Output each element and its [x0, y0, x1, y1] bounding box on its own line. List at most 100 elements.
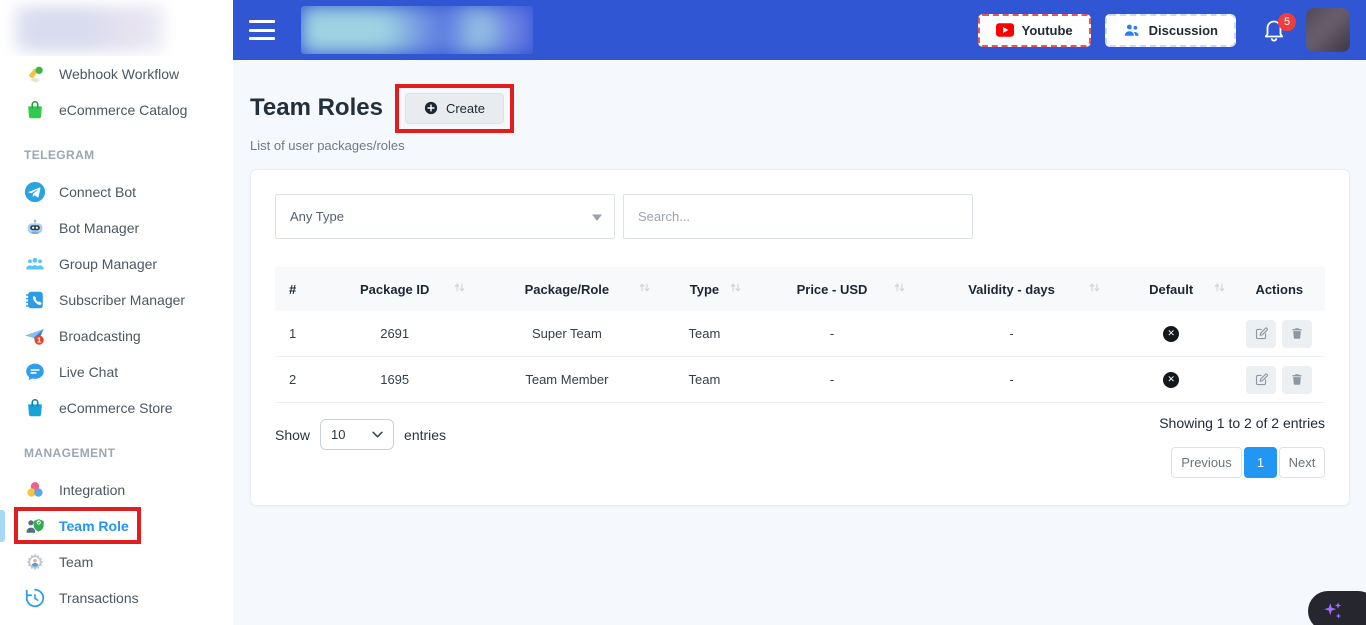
page-header: Team Roles Create: [250, 88, 1350, 128]
create-label: Create: [446, 101, 485, 116]
ai-assistant-button[interactable]: [1308, 591, 1366, 625]
row-number: 2: [275, 357, 315, 402]
user-gear-icon: [24, 551, 46, 573]
default-cell: ✕: [1109, 311, 1234, 356]
column-header-validity[interactable]: Validity - days: [914, 267, 1108, 311]
sidebar-item-group-manager[interactable]: Group Manager: [0, 246, 233, 282]
caret-down-icon: [592, 209, 602, 224]
page-1-button[interactable]: 1: [1244, 447, 1277, 478]
page-size-select[interactable]: 10: [320, 419, 394, 450]
notification-count-badge: 5: [1278, 13, 1296, 31]
chat-bubble-icon: [24, 361, 46, 383]
column-header-price[interactable]: Price - USD: [750, 267, 915, 311]
sidebar-item-subscriber-manager[interactable]: Subscriber Manager: [0, 282, 233, 318]
search-input[interactable]: [623, 194, 973, 239]
pagination-area: Showing 1 to 2 of 2 entries Previous 1 N…: [1159, 419, 1325, 478]
column-header-type[interactable]: Type: [659, 267, 749, 311]
create-button[interactable]: Create: [405, 93, 504, 124]
telegram-plane-icon: [24, 181, 46, 203]
sidebar-item-bot-manager[interactable]: Bot Manager: [0, 210, 233, 246]
sidebar-item-label: Bot Manager: [59, 220, 139, 236]
showing-entries-text: Showing 1 to 2 of 2 entries: [1159, 415, 1325, 431]
sidebar-item-ecommerce-store[interactable]: eCommerce Store: [0, 390, 233, 426]
sidebar-item-ecommerce-catalog[interactable]: eCommerce Catalog: [0, 92, 233, 128]
table-row: 1 2691 Super Team Team - - ✕: [275, 311, 1325, 357]
sidebar-item-broadcasting[interactable]: 1 Broadcasting: [0, 318, 233, 354]
edit-button[interactable]: [1246, 366, 1276, 394]
column-header-default[interactable]: Default: [1109, 267, 1234, 311]
sparkles-icon: [1322, 600, 1344, 622]
type-value: Team: [659, 357, 749, 402]
filters-row: Any Type: [275, 194, 1325, 239]
hamburger-menu-icon[interactable]: [249, 20, 275, 40]
youtube-button[interactable]: Youtube: [978, 14, 1091, 47]
default-cell: ✕: [1109, 357, 1234, 402]
webhook-workflow-icon: [24, 63, 46, 85]
sidebar-item-team-role[interactable]: Team Role: [0, 508, 233, 544]
sidebar-item-label: Integration: [59, 482, 125, 498]
show-label: Show: [275, 427, 310, 443]
user-avatar[interactable]: [1306, 8, 1350, 52]
team-roles-table: # Package ID Package/Role Type Price: [275, 267, 1325, 403]
column-label: Validity - days: [968, 282, 1055, 297]
sort-icon: [453, 281, 466, 297]
package-id: 2691: [315, 311, 475, 356]
delete-button[interactable]: [1282, 320, 1312, 348]
active-indicator: [0, 510, 5, 542]
edit-button[interactable]: [1246, 320, 1276, 348]
section-label-telegram: TELEGRAM: [24, 148, 233, 162]
sidebar-logo: [0, 0, 233, 56]
sidebar-item-label: Transactions: [59, 590, 139, 606]
column-header-number: #: [275, 267, 315, 311]
sidebar-item-label: Team Role: [59, 518, 129, 534]
previous-page-button[interactable]: Previous: [1171, 447, 1242, 478]
top-navbar: Youtube Discussion 5: [233, 0, 1366, 60]
column-label: Default: [1149, 282, 1193, 297]
sidebar-item-label: Live Chat: [59, 364, 118, 380]
column-label: Package/Role: [525, 282, 610, 297]
sidebar-item-integration[interactable]: Integration: [0, 472, 233, 508]
not-default-icon[interactable]: ✕: [1163, 372, 1179, 388]
sort-icon: [893, 281, 906, 297]
avatar-blurred-image: [1306, 8, 1350, 52]
sidebar-item-live-chat[interactable]: Live Chat: [0, 354, 233, 390]
plus-circle-icon: [424, 101, 438, 115]
column-header-package-role[interactable]: Package/Role: [474, 267, 659, 311]
column-header-actions: Actions: [1234, 267, 1325, 311]
main-content: Team Roles Create List of user packages/…: [233, 60, 1366, 625]
page-size-value: 10: [331, 427, 345, 442]
type-value: Team: [659, 311, 749, 356]
people-group-icon: [24, 253, 46, 275]
row-number: 1: [275, 311, 315, 356]
column-header-package-id[interactable]: Package ID: [315, 267, 475, 311]
svg-text:1: 1: [37, 337, 42, 345]
sort-icon: [729, 281, 742, 297]
sidebar-item-transactions[interactable]: Transactions: [0, 580, 233, 616]
sort-icon: [1088, 281, 1101, 297]
table-row: 2 1695 Team Member Team - - ✕: [275, 357, 1325, 403]
page-size-control: Show 10 entries: [275, 419, 446, 450]
sidebar-item-label: Team: [59, 554, 93, 570]
type-filter-value: Any Type: [290, 209, 344, 224]
sidebar-item-connect-bot[interactable]: Connect Bot: [0, 174, 233, 210]
section-label-management: MANAGEMENT: [24, 446, 233, 460]
page-title: Team Roles: [250, 94, 383, 122]
next-page-button[interactable]: Next: [1279, 447, 1325, 478]
color-circles-icon: [24, 479, 46, 501]
sidebar-item-team[interactable]: Team: [0, 544, 233, 580]
youtube-icon: [996, 23, 1014, 37]
header-blurred-logo: [301, 6, 533, 54]
robot-icon: [24, 217, 46, 239]
discussion-icon: [1123, 22, 1141, 38]
table-header-row: # Package ID Package/Role Type Price: [275, 267, 1325, 311]
package-id: 1695: [315, 357, 475, 402]
create-button-wrap: Create: [405, 93, 504, 124]
not-default-icon[interactable]: ✕: [1163, 326, 1179, 342]
sidebar-item-webhook-workflow[interactable]: Webhook Workflow: [0, 56, 233, 92]
delete-button[interactable]: [1282, 366, 1312, 394]
type-filter-select[interactable]: Any Type: [275, 194, 615, 239]
youtube-label: Youtube: [1022, 23, 1073, 38]
discussion-label: Discussion: [1149, 23, 1218, 38]
notification-bell[interactable]: 5: [1262, 17, 1286, 43]
discussion-button[interactable]: Discussion: [1105, 14, 1236, 47]
